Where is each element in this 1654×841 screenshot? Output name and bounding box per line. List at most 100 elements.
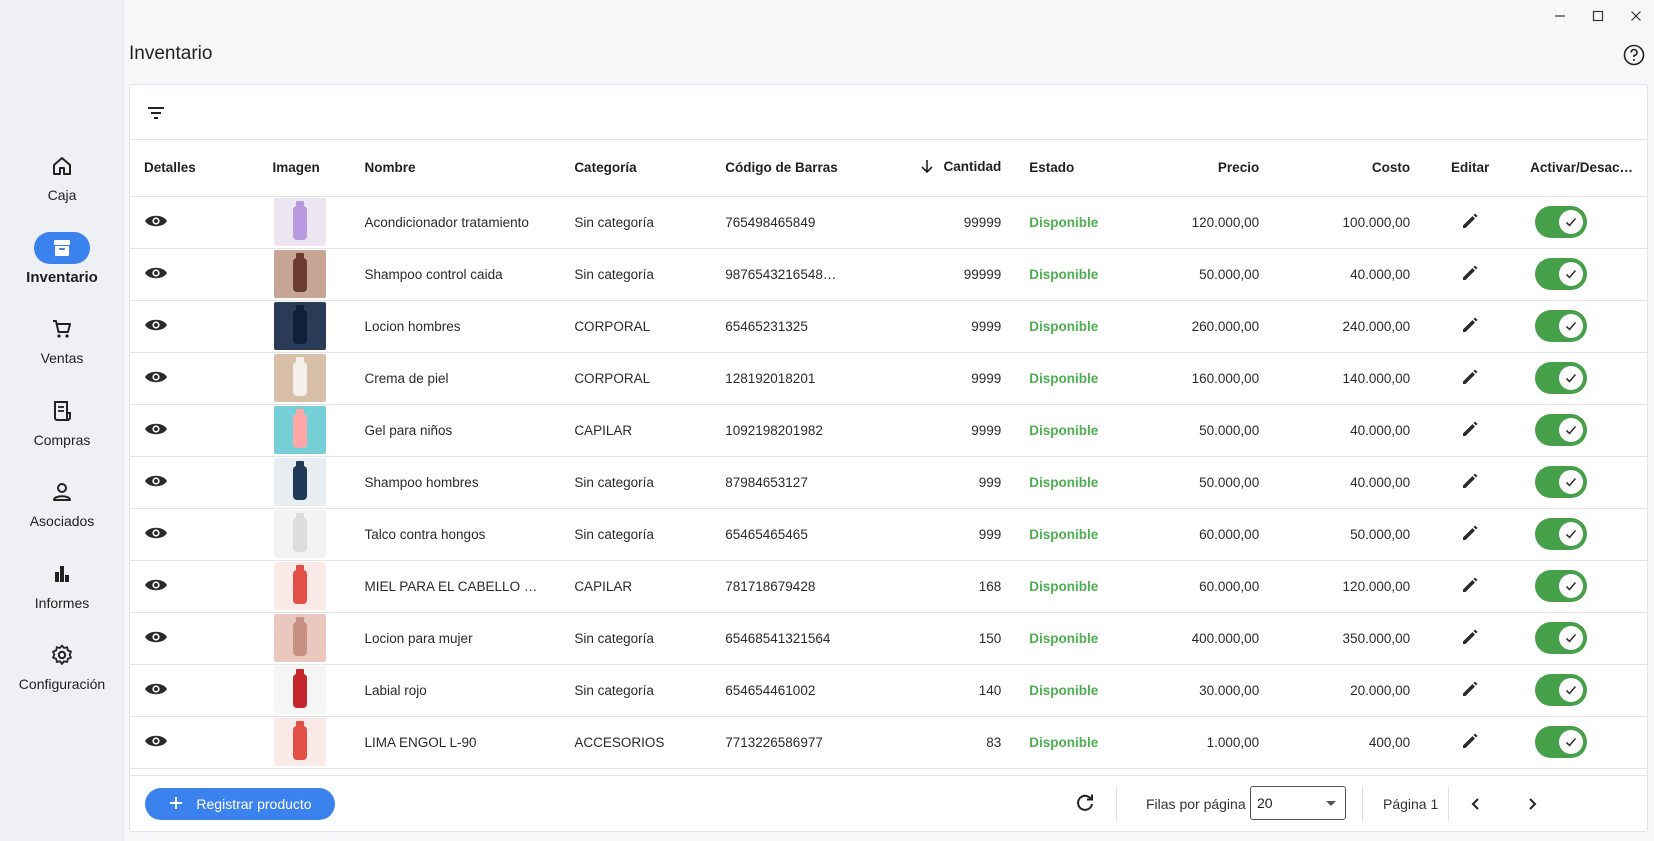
product-quantity: 999: [880, 456, 1016, 509]
product-category: Sin categoría: [560, 196, 712, 249]
column-header-editar[interactable]: Editar: [1424, 140, 1517, 197]
pencil-icon[interactable]: [1460, 315, 1480, 335]
eye-icon[interactable]: [144, 213, 168, 229]
column-header-imagen[interactable]: Imagen: [258, 140, 351, 197]
inventory-card: Detalles Imagen Nombre Categoría Código …: [129, 84, 1648, 832]
register-product-label: Registrar producto: [196, 796, 312, 812]
table-row: Locion para mujer Sin categoría 65468541…: [130, 612, 1647, 665]
sidebar-item-inventario[interactable]: Inventario: [0, 230, 124, 312]
product-name: Crema de piel: [350, 352, 561, 405]
pencil-icon[interactable]: [1460, 263, 1480, 283]
refresh-icon[interactable]: [1074, 792, 1098, 816]
pencil-icon[interactable]: [1460, 627, 1480, 647]
eye-icon[interactable]: [144, 681, 168, 697]
checkmark-icon: [1559, 210, 1584, 234]
product-cost: 50.000,00: [1273, 508, 1425, 561]
product-quantity: 83: [880, 716, 1016, 769]
inventory-table: Detalles Imagen Nombre Categoría Código …: [130, 140, 1647, 769]
pencil-icon[interactable]: [1460, 523, 1480, 543]
active-cell: [1516, 456, 1647, 509]
sidebar-item-asociados[interactable]: Asociados: [0, 474, 124, 556]
image-cell: [258, 716, 351, 769]
sidebar-item-informes[interactable]: Informes: [0, 556, 124, 638]
product-quantity: 9999: [880, 404, 1016, 457]
product-barcode: 654654461002: [711, 664, 881, 717]
column-header-estado[interactable]: Estado: [1015, 140, 1155, 197]
active-toggle[interactable]: [1535, 518, 1588, 550]
image-cell: [258, 248, 351, 301]
sidebar-item-label: Inventario: [26, 268, 98, 286]
column-header-cantidad[interactable]: Cantidad: [880, 140, 1016, 197]
eye-icon[interactable]: [144, 733, 168, 749]
product-barcode: 9876543216548…: [711, 248, 881, 301]
table-row: Shampoo hombres Sin categoría 8798465312…: [130, 456, 1647, 509]
active-cell: [1516, 248, 1647, 301]
pencil-icon[interactable]: [1460, 471, 1480, 491]
receipt-icon: [34, 395, 90, 427]
rows-per-page-value: 20: [1257, 795, 1273, 811]
eye-icon[interactable]: [144, 421, 168, 437]
eye-icon[interactable]: [144, 369, 168, 385]
prev-page-icon[interactable]: [1464, 792, 1488, 816]
active-toggle[interactable]: [1535, 362, 1588, 394]
active-toggle[interactable]: [1535, 466, 1588, 498]
plus-icon: [168, 795, 184, 814]
pencil-icon[interactable]: [1460, 731, 1480, 751]
pencil-icon[interactable]: [1460, 679, 1480, 699]
product-price: 1.000,00: [1154, 716, 1274, 769]
sidebar-item-ventas[interactable]: Ventas: [0, 311, 124, 393]
image-cell: [258, 300, 351, 353]
active-toggle[interactable]: [1535, 258, 1588, 290]
active-toggle[interactable]: [1535, 622, 1588, 654]
active-toggle[interactable]: [1535, 674, 1588, 706]
pencil-icon[interactable]: [1460, 211, 1480, 231]
active-toggle[interactable]: [1535, 570, 1588, 602]
help-icon[interactable]: [1623, 44, 1645, 66]
column-header-precio[interactable]: Precio: [1154, 140, 1274, 197]
rows-per-page-select[interactable]: 20: [1250, 786, 1346, 820]
column-header-costo[interactable]: Costo: [1273, 140, 1425, 197]
maximize-icon[interactable]: [1588, 6, 1608, 26]
eye-icon[interactable]: [144, 317, 168, 333]
eye-icon[interactable]: [144, 525, 168, 541]
pencil-icon[interactable]: [1460, 367, 1480, 387]
filter-icon[interactable]: [144, 101, 168, 125]
close-icon[interactable]: [1626, 6, 1646, 26]
column-header-detalles[interactable]: Detalles: [130, 140, 259, 197]
product-barcode: 128192018201: [711, 352, 881, 405]
product-name: Locion hombres: [350, 300, 561, 353]
eye-icon[interactable]: [144, 473, 168, 489]
active-toggle[interactable]: [1535, 206, 1588, 238]
register-product-button[interactable]: Registrar producto: [145, 788, 335, 820]
active-toggle[interactable]: [1535, 726, 1588, 758]
column-header-nombre[interactable]: Nombre: [350, 140, 561, 197]
pencil-icon[interactable]: [1460, 575, 1480, 595]
status-badge: Disponible: [1015, 404, 1155, 457]
active-toggle[interactable]: [1535, 414, 1588, 446]
product-cost: 400,00: [1273, 716, 1425, 769]
column-header-categoria[interactable]: Categoría: [560, 140, 712, 197]
pencil-icon[interactable]: [1460, 419, 1480, 439]
product-quantity: 99999: [880, 248, 1016, 301]
product-category: CORPORAL: [560, 352, 712, 405]
column-header-activar[interactable]: Activar/Desactivar: [1516, 140, 1647, 197]
eye-icon[interactable]: [144, 577, 168, 593]
sidebar-item-caja[interactable]: Caja: [0, 148, 124, 230]
product-image: [274, 302, 327, 350]
eye-icon[interactable]: [144, 265, 168, 281]
edit-cell: [1424, 456, 1517, 509]
active-toggle[interactable]: [1535, 310, 1588, 342]
next-page-icon[interactable]: [1520, 792, 1544, 816]
product-barcode: 65468541321564: [711, 612, 881, 665]
eye-icon[interactable]: [144, 629, 168, 645]
sidebar-item-label: Informes: [34, 594, 90, 611]
sidebar-item-configuracion[interactable]: Configuración: [0, 637, 124, 719]
minimize-icon[interactable]: [1550, 6, 1570, 26]
cart-icon: [34, 313, 90, 345]
column-header-codigo[interactable]: Código de Barras: [711, 140, 881, 197]
sidebar-item-compras[interactable]: Compras: [0, 393, 124, 475]
sort-descending-icon: [919, 158, 935, 177]
product-image: [274, 250, 327, 298]
details-cell: [130, 508, 259, 561]
product-cost: 240.000,00: [1273, 300, 1425, 353]
